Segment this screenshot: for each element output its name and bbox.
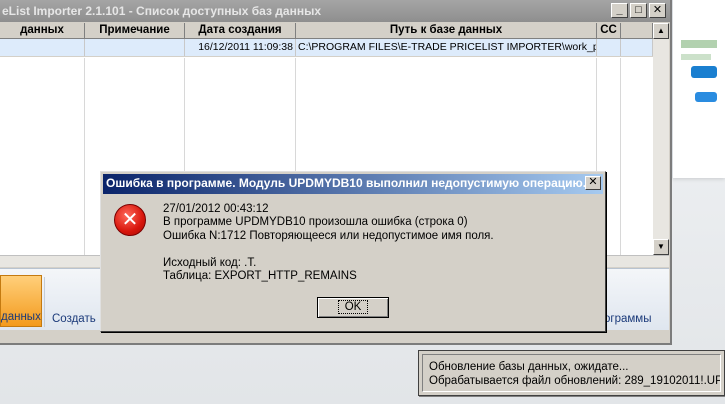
dialog-title: Ошибка в программе. Модуль UPDMYDB10 вып… [106,176,587,190]
cell-extra [621,39,653,56]
error-spacer [163,243,494,256]
column-header-cc[interactable]: CC [597,23,621,38]
window-controls: _ □ ✕ [611,3,666,18]
column-header-database[interactable]: данных [0,23,85,38]
column-header-path[interactable]: Путь к базе данных [296,23,597,38]
grid-header: данных Примечание Дата создания Путь к б… [0,23,653,39]
column-header-created[interactable]: Дата создания [185,23,296,38]
status-line-2: Обрабатывается файл обновлений: 289_1910… [429,375,721,387]
status-popup: Обновление базы данных, ожидате... Обраб… [418,350,725,396]
background-window [672,0,725,178]
error-code-line: Ошибка N:1712 Повторяющееся или недопуст… [163,229,494,242]
scroll-down-icon[interactable]: ▼ [653,239,669,255]
databases-button-label: данных [1,311,41,323]
status-text: Обновление базы данных, ожидате... Обраб… [422,354,721,392]
dialog-title-bar[interactable]: Ошибка в программе. Модуль UPDMYDB10 вып… [103,174,603,194]
cell-path: C:\PROGRAM FILES\E-TRADE PRICELIST IMPOR… [296,39,597,56]
table-row[interactable]: 16/12/2011 11:09:38 C:\PROGRAM FILES\E-T… [0,39,653,57]
dialog-close-button[interactable]: ✕ [585,176,601,190]
window-title: eList Importer 2.1.101 - Список доступны… [2,4,321,18]
cell-cc [597,39,621,56]
ok-button[interactable]: OK [317,297,389,318]
cell-database [0,39,85,56]
column-header-extra[interactable] [621,23,653,38]
maximize-button[interactable]: □ [630,3,647,18]
error-timestamp: 27/01/2012 00:43:12 [163,203,269,215]
minimize-button[interactable]: _ [611,3,628,18]
cell-note [85,39,185,56]
error-message: 27/01/2012 00:43:12 В программе UPDMYDB1… [163,203,494,283]
databases-button[interactable]: данных [0,275,42,327]
toolbar-divider [44,277,45,327]
column-header-note[interactable]: Примечание [85,23,185,38]
error-icon: ✕ [114,204,146,236]
title-bar[interactable]: eList Importer 2.1.101 - Список доступны… [0,0,670,22]
scroll-up-icon[interactable]: ▲ [653,23,669,39]
ok-button-label: OK [337,300,369,314]
error-table: Таблица: EXPORT_HTTP_REMAINS [163,270,357,283]
create-button[interactable]: Создать [52,313,96,325]
error-source: Исходный код: .T. [163,256,257,269]
vertical-scrollbar[interactable]: ▲ ▼ [653,23,669,255]
programs-button[interactable]: ограммы [604,313,651,325]
error-dialog: Ошибка в программе. Модуль UPDMYDB10 вып… [100,171,606,332]
close-button[interactable]: ✕ [649,3,666,18]
cell-created: 16/12/2011 11:09:38 [185,39,296,56]
status-line-1: Обновление базы данных, ожидате... [429,361,629,373]
error-line: В программе UPDMYDB10 произошла ошибка (… [163,216,468,229]
